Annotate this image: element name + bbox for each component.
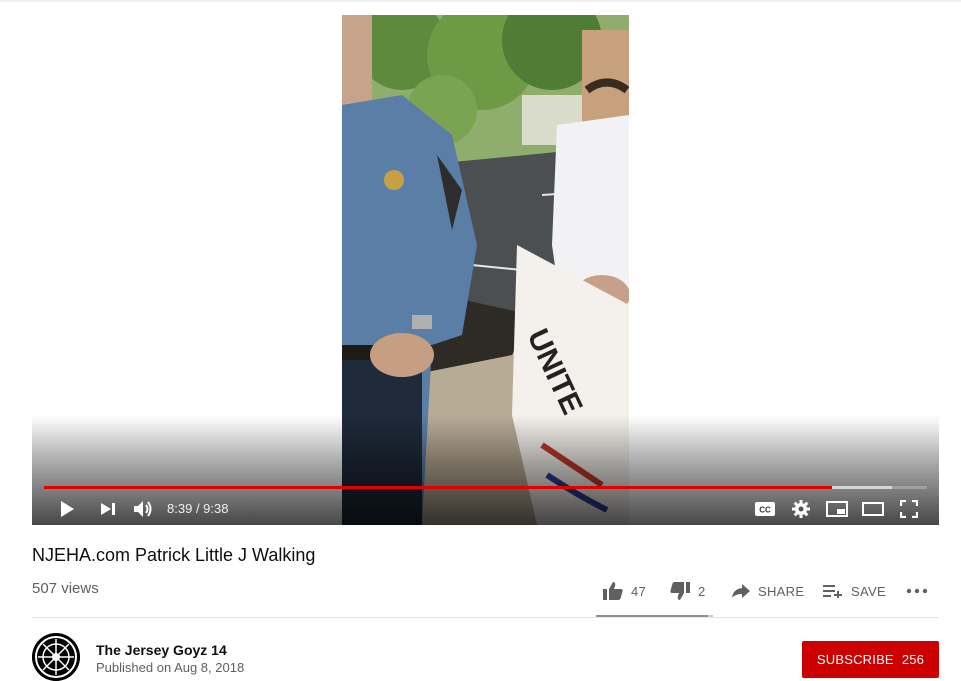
- more-horizontal-icon: [906, 588, 928, 594]
- save-label: SAVE: [851, 583, 886, 599]
- gear-icon: [792, 500, 810, 518]
- dislike-button[interactable]: 2: [670, 575, 706, 607]
- skip-next-icon: [101, 503, 115, 515]
- video-title: NJEHA.com Patrick Little J Walking: [32, 545, 316, 565]
- top-border: [0, 0, 961, 2]
- share-button[interactable]: SHARE: [732, 575, 804, 607]
- thumbs-down-icon: [670, 582, 690, 600]
- volume-icon: [134, 501, 152, 517]
- channel-avatar[interactable]: [32, 633, 80, 681]
- theater-mode-icon: [862, 502, 884, 516]
- subscribe-label: SUBSCRIBE: [816, 652, 894, 667]
- more-actions-button[interactable]: [906, 575, 936, 607]
- volume-button[interactable]: [125, 493, 161, 525]
- video-actions: 47 2 SHARE SAVE: [596, 575, 941, 617]
- video-still-image: UNITE: [342, 15, 629, 525]
- closed-captions-icon: CC: [755, 502, 775, 516]
- next-button[interactable]: [90, 493, 126, 525]
- current-time: 8:39: [167, 501, 193, 516]
- fullscreen-icon: [900, 500, 918, 518]
- like-button[interactable]: 47: [603, 575, 646, 607]
- share-arrow-icon: [732, 584, 750, 598]
- progress-bar[interactable]: [44, 486, 927, 489]
- channel-logo-icon: [32, 633, 80, 681]
- save-button[interactable]: SAVE: [823, 575, 886, 607]
- progress-played: [44, 486, 832, 489]
- settings-button[interactable]: [783, 493, 819, 525]
- play-icon: [61, 501, 74, 517]
- view-count: 507 views: [32, 580, 99, 597]
- miniplayer-icon: [826, 501, 848, 517]
- captions-button[interactable]: CC: [747, 493, 783, 525]
- publish-date: Published on Aug 8, 2018: [96, 660, 245, 675]
- thumbs-up-icon: [603, 582, 623, 600]
- time-display: 8:39 / 9:38: [167, 493, 228, 525]
- share-label: SHARE: [758, 583, 805, 599]
- fullscreen-button[interactable]: [891, 493, 927, 525]
- like-count: 47: [631, 583, 647, 599]
- dislike-count: 2: [698, 583, 706, 599]
- miniplayer-button[interactable]: [819, 493, 855, 525]
- video-frame[interactable]: UNITE: [342, 15, 629, 525]
- playlist-add-icon: [823, 585, 842, 598]
- player-controls: 8:39 / 9:38 CC: [32, 493, 939, 525]
- play-button[interactable]: [49, 493, 85, 525]
- svg-text:CC: CC: [759, 506, 771, 515]
- theater-mode-button[interactable]: [855, 493, 891, 525]
- video-player[interactable]: UNITE 8:39 / 9:38 CC: [32, 15, 939, 525]
- subscriber-count: 256: [901, 652, 925, 667]
- subscribe-button[interactable]: SUBSCRIBE 256: [802, 641, 939, 678]
- channel-name[interactable]: The Jersey Goyz 14: [96, 642, 227, 658]
- duration: 9:38: [203, 501, 229, 516]
- section-divider: [32, 617, 939, 618]
